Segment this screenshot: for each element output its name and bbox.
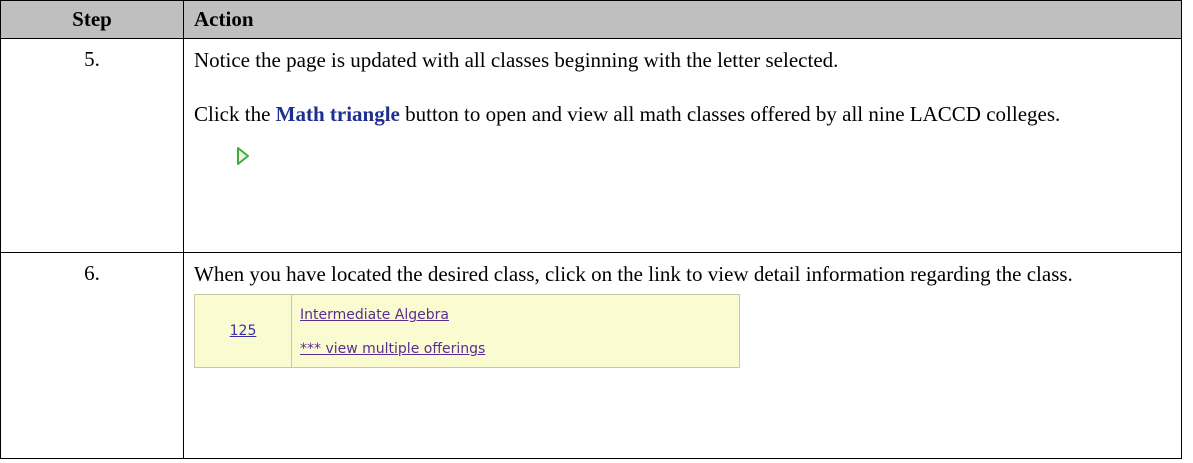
- multiple-offerings-link[interactable]: *** view multiple offerings: [300, 335, 739, 363]
- step-number: 5.: [0, 38, 184, 253]
- math-triangle-reference: Math triangle: [275, 102, 400, 126]
- class-number-cell: 125: [195, 295, 292, 367]
- expand-triangle-icon[interactable]: [236, 146, 250, 166]
- instruction-text: Notice the page is updated with all clas…: [194, 48, 839, 72]
- class-listing-row: 125 Intermediate Algebra *** view multip…: [194, 294, 740, 368]
- header-row: Step Action: [0, 0, 1182, 39]
- instruction-text-part: Click the: [194, 102, 276, 126]
- class-info-cell: Intermediate Algebra *** view multiple o…: [292, 295, 739, 367]
- table-row: 5. Notice the page is updated with all c…: [0, 38, 1182, 253]
- instruction-text-part: button to open and view all math classes…: [399, 102, 1061, 126]
- header-action: Action: [183, 0, 1182, 39]
- instruction-text: When you have located the desired class,…: [194, 262, 1073, 286]
- header-step: Step: [0, 0, 184, 39]
- action-cell: Notice the page is updated with all clas…: [183, 38, 1182, 253]
- instruction-text: Click the Math triangle button to open a…: [194, 100, 1173, 128]
- steps-table: Step Action 5. Notice the page is update…: [0, 0, 1182, 459]
- class-title-link[interactable]: Intermediate Algebra: [300, 301, 739, 329]
- class-number-link[interactable]: 125: [230, 317, 257, 345]
- table-row: 6. When you have located the desired cla…: [0, 252, 1182, 459]
- step-number: 6.: [0, 252, 184, 459]
- action-cell: When you have located the desired class,…: [183, 252, 1182, 459]
